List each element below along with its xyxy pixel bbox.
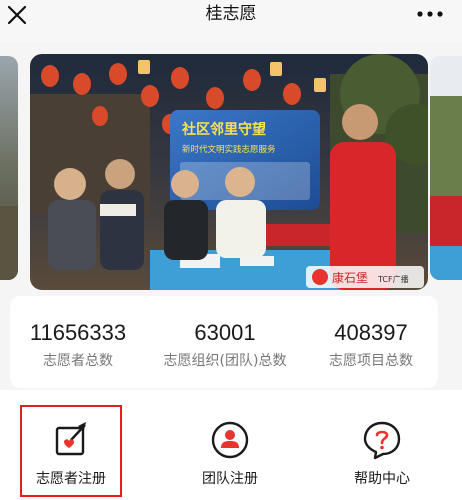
stat-value: 63001 — [194, 320, 256, 345]
stat-value: 11656333 — [29, 320, 127, 345]
stat-label: 志愿项目总数 — [329, 353, 413, 369]
stat-projects: 408397 志愿项目总数 — [304, 296, 438, 388]
help-center-button[interactable]: 帮助中心 — [320, 390, 444, 500]
help-center-label: 帮助中心 — [354, 471, 410, 487]
app-screen: 桂志愿 社区邻里守望 新时代文明实践志愿服务 康石堡 TCF广播 1165633… — [0, 0, 462, 500]
more-dots-icon[interactable] — [416, 6, 444, 20]
banner-sign-subtext: 新时代文明实践志愿服务 — [182, 144, 276, 155]
stat-value: 408397 — [334, 320, 408, 345]
stat-volunteers: 11656333 志愿者总数 — [10, 296, 146, 388]
team-register-icon — [210, 420, 250, 460]
banner-image: 社区邻里守望 新时代文明实践志愿服务 康石堡 TCF广播 — [30, 54, 428, 290]
stat-organizations: 63001 志愿组织(团队)总数 — [146, 296, 304, 388]
page-title: 桂志愿 — [205, 4, 257, 24]
banner-sign-text: 社区邻里守望 — [181, 121, 266, 138]
banner-logo-tag: TCF广播 — [377, 274, 409, 284]
team-register-label: 团队注册 — [202, 471, 258, 487]
carousel-slide-next[interactable] — [430, 56, 462, 280]
banner-carousel[interactable]: 社区邻里守望 新时代文明实践志愿服务 康石堡 TCF广播 — [0, 42, 462, 294]
help-question-icon — [362, 420, 402, 460]
team-register-button[interactable]: 团队注册 — [170, 390, 290, 500]
banner-logo-text: 康石堡 — [332, 270, 368, 285]
carousel-slide-previous[interactable] — [0, 56, 18, 280]
stats-card: 11656333 志愿者总数 63001 志愿组织(团队)总数 408397 志… — [10, 296, 438, 388]
top-navigation-bar: 桂志愿 — [0, 0, 462, 42]
carousel-slide-current[interactable]: 社区邻里守望 新时代文明实践志愿服务 康石堡 TCF广播 — [30, 54, 428, 290]
stat-label: 志愿组织(团队)总数 — [163, 353, 287, 369]
stat-label: 志愿者总数 — [43, 353, 113, 369]
highlight-box — [20, 405, 122, 497]
